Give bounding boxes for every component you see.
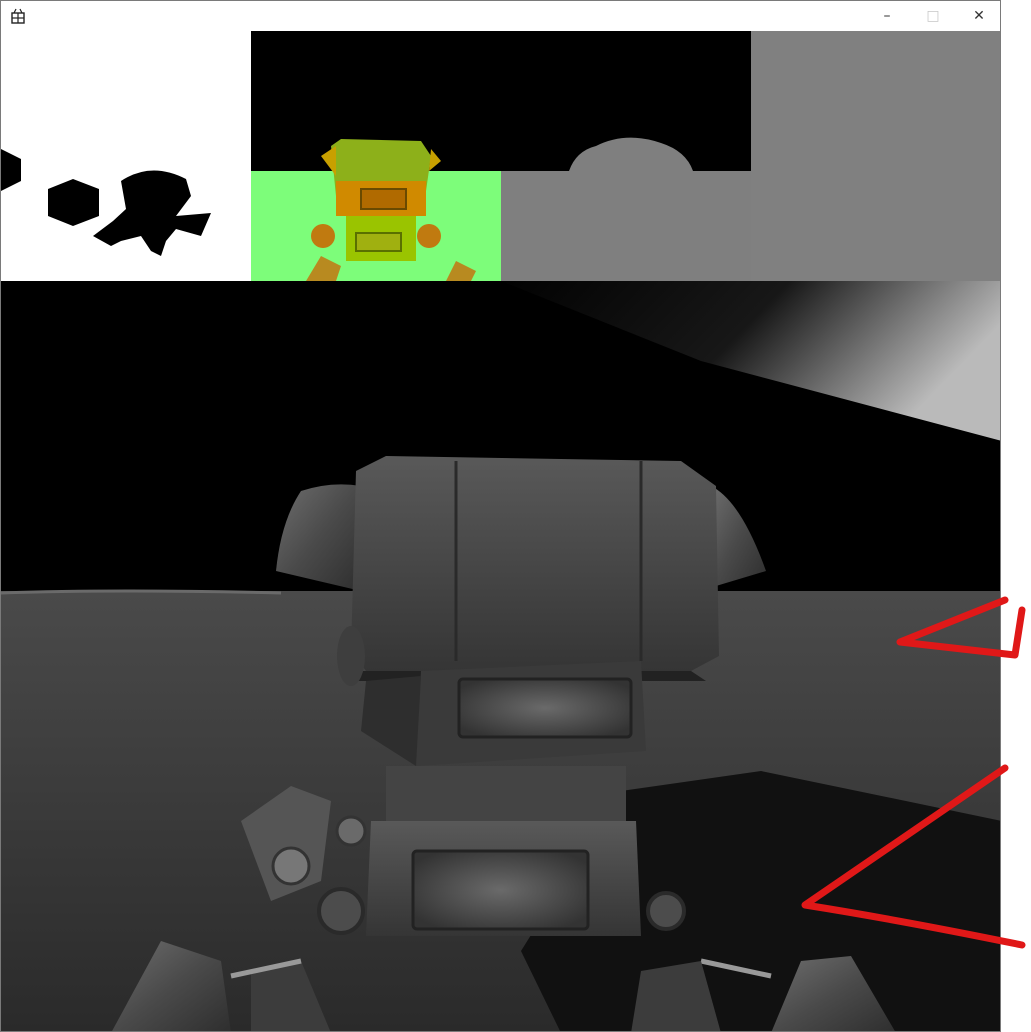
minimize-icon: – — [883, 8, 891, 24]
maximize-icon: □ — [926, 8, 940, 24]
mask-buffer-thumbnail — [1, 31, 251, 281]
close-icon: ✕ — [973, 8, 985, 24]
render-viewport[interactable] — [1, 31, 1000, 1031]
minimize-button[interactable]: – — [864, 1, 910, 31]
depth-buffer-thumbnail — [501, 31, 751, 281]
maximize-button[interactable]: □ — [910, 1, 956, 31]
robot-body — [366, 766, 641, 936]
robot-head — [276, 456, 766, 686]
light-beam — [501, 261, 1000, 441]
app-icon — [11, 8, 25, 24]
normal-buffer-thumbnail — [251, 31, 501, 281]
shadow-map-thumbnail — [751, 31, 1000, 281]
app-window: – □ ✕ — [0, 0, 1001, 1032]
title-bar[interactable]: – □ ✕ — [1, 1, 1000, 31]
close-button[interactable]: ✕ — [956, 1, 1000, 31]
